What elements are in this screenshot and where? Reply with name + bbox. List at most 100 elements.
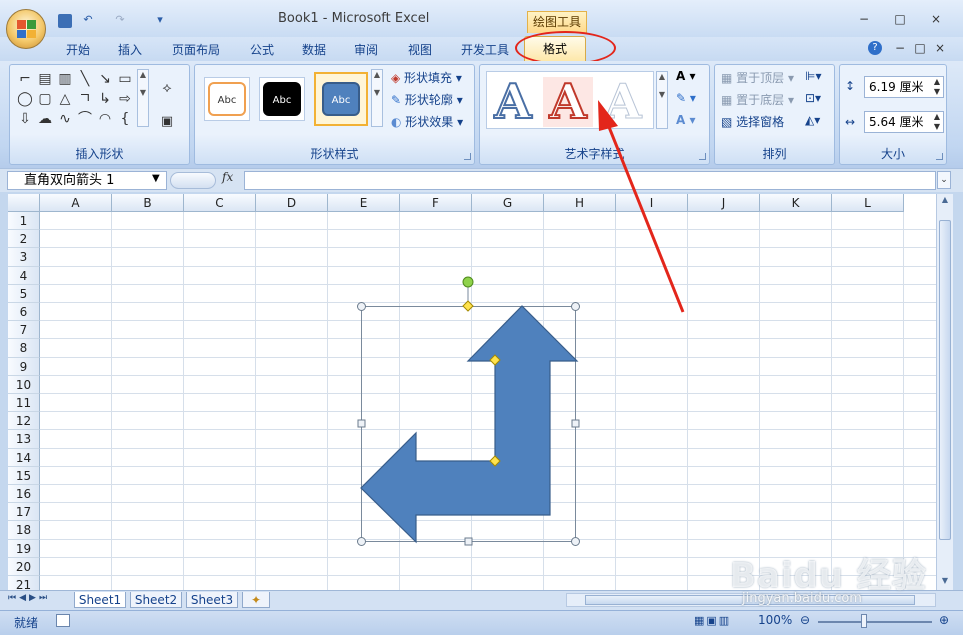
undo-icon[interactable]: ↶: [80, 13, 96, 27]
insert-function-button[interactable]: fx: [222, 170, 233, 184]
shapes-gallery-scroll[interactable]: ▲ ▼: [137, 69, 149, 127]
rounded-rect-icon[interactable]: ▢: [36, 90, 54, 108]
doc-restore-button[interactable]: □: [911, 41, 929, 55]
row-header-14[interactable]: 14: [8, 448, 40, 467]
column-header-e[interactable]: E: [328, 194, 400, 212]
scroll-down-icon[interactable]: ▼: [939, 576, 951, 586]
curve-icon[interactable]: ⌒: [76, 110, 94, 128]
scroll-thumb[interactable]: [939, 220, 951, 540]
shape-style-preset-2[interactable]: Abc: [259, 77, 305, 121]
line-icon[interactable]: ╲: [76, 70, 94, 88]
rotate-icon[interactable]: ◭▾: [805, 113, 820, 127]
insert-sheet-icon[interactable]: ✦: [242, 592, 270, 608]
align-icon[interactable]: ⊫▾: [805, 69, 821, 83]
shape-outline-button[interactable]: ✎ 形状轮廓 ▾: [391, 91, 463, 108]
row-header-13[interactable]: 13: [8, 430, 40, 449]
tab-data[interactable]: 数据: [292, 41, 336, 61]
brace-icon[interactable]: {: [116, 110, 134, 128]
dialog-launcher-icon[interactable]: [699, 153, 706, 160]
row-header-7[interactable]: 7: [8, 321, 40, 340]
row-header-16[interactable]: 16: [8, 485, 40, 504]
edit-shape-icon[interactable]: ⟡: [158, 79, 176, 97]
row-header-20[interactable]: 20: [8, 557, 40, 576]
freeform-icon[interactable]: ∿: [56, 110, 74, 128]
zoom-slider[interactable]: [818, 621, 932, 623]
sheet-tab-2[interactable]: Sheet2: [130, 592, 182, 608]
column-header-g[interactable]: G: [472, 194, 544, 212]
tab-view[interactable]: 视图: [398, 41, 442, 61]
rectangle-icon[interactable]: ▭: [116, 70, 134, 88]
vertical-scrollbar[interactable]: ▲ ▼: [936, 194, 953, 590]
wordart-style-3[interactable]: A: [598, 77, 648, 128]
row-header-9[interactable]: 9: [8, 357, 40, 376]
oval-icon[interactable]: ◯: [16, 90, 34, 108]
tab-formulas[interactable]: 公式: [240, 41, 284, 61]
textbox-icon[interactable]: ▤: [36, 70, 54, 88]
wordart-gallery-scroll[interactable]: ▲ ▼: [656, 71, 668, 129]
row-header-4[interactable]: 4: [8, 266, 40, 285]
group-objects-icon[interactable]: ⊡▾: [805, 91, 821, 105]
close-button[interactable]: ×: [927, 12, 945, 26]
selection-pane-button[interactable]: ▧ 选择窗格: [721, 113, 784, 130]
shape-height-input[interactable]: 6.19 厘米 ▲ ▼: [864, 76, 944, 98]
elbow-arrow-icon[interactable]: ↳: [96, 90, 114, 108]
row-header-5[interactable]: 5: [8, 284, 40, 303]
row-header-1[interactable]: 1: [8, 212, 40, 231]
down-arrow-icon[interactable]: ⇩: [16, 110, 34, 128]
column-header-f[interactable]: F: [400, 194, 472, 212]
select-all-corner[interactable]: [8, 194, 40, 212]
column-header-h[interactable]: H: [544, 194, 616, 212]
zoom-slider-thumb[interactable]: [861, 614, 867, 628]
text-fill-icon[interactable]: A ▾: [676, 69, 696, 83]
shape-fill-button[interactable]: ◈ 形状填充 ▾: [391, 69, 462, 86]
tab-home[interactable]: 开始: [56, 41, 100, 61]
textbox-insert-icon[interactable]: ▣: [158, 113, 176, 131]
row-header-17[interactable]: 17: [8, 503, 40, 522]
wordart-style-2[interactable]: A: [543, 76, 593, 128]
column-header-d[interactable]: D: [256, 194, 328, 212]
dialog-launcher-icon[interactable]: [464, 153, 471, 160]
redo-icon[interactable]: ↷: [112, 13, 128, 27]
zoom-level[interactable]: 100%: [758, 613, 792, 627]
name-box[interactable]: 直角双向箭头 1: [7, 171, 167, 190]
row-header-21[interactable]: 21: [8, 576, 40, 590]
column-header-l[interactable]: L: [832, 194, 904, 212]
zoom-out-icon[interactable]: ⊖: [800, 613, 810, 627]
send-to-back-button[interactable]: ▦ 置于底层 ▾: [721, 91, 794, 108]
elbow-connector-icon[interactable]: ⌐: [16, 70, 34, 88]
row-header-12[interactable]: 12: [8, 412, 40, 431]
shape-style-preset-1[interactable]: Abc: [204, 77, 250, 121]
help-icon[interactable]: ?: [868, 41, 882, 55]
column-header-a[interactable]: A: [40, 194, 112, 212]
shape-style-preset-3[interactable]: Abc: [314, 72, 368, 126]
worksheet-grid[interactable]: ABCDEFGHIJKL 1 2 3 4 5 6 7 8 9 10 11 12 13 14 15 16 17 18…: [8, 194, 936, 590]
macro-record-icon[interactable]: [56, 614, 70, 627]
row-header-8[interactable]: 8: [8, 339, 40, 358]
row-header-15[interactable]: 15: [8, 466, 40, 485]
row-header-10[interactable]: 10: [8, 375, 40, 394]
maximize-button[interactable]: □: [891, 12, 909, 26]
sheet-tab-1[interactable]: Sheet1: [74, 592, 126, 608]
row-header-3[interactable]: 3: [8, 248, 40, 267]
customize-qat-icon[interactable]: ▾: [152, 13, 168, 27]
scroll-up-icon[interactable]: ▲: [939, 195, 951, 205]
doc-minimize-button[interactable]: −: [891, 41, 909, 55]
formula-divider-handle[interactable]: [170, 172, 216, 189]
view-buttons[interactable]: ▦▣▥: [694, 614, 748, 630]
triangle-icon[interactable]: △: [56, 90, 74, 108]
bring-to-front-button[interactable]: ▦ 置于顶层 ▾: [721, 69, 794, 86]
doc-close-button[interactable]: ×: [931, 41, 949, 55]
dialog-launcher-icon[interactable]: [936, 153, 943, 160]
arrow-line-icon[interactable]: ↘: [96, 70, 114, 88]
minimize-button[interactable]: −: [855, 12, 873, 26]
zoom-in-icon[interactable]: ⊕: [939, 613, 949, 627]
row-header-6[interactable]: 6: [8, 303, 40, 322]
shape-effects-button[interactable]: ◐ 形状效果 ▾: [391, 113, 463, 130]
row-header-18[interactable]: 18: [8, 521, 40, 540]
column-header-j[interactable]: J: [688, 194, 760, 212]
formula-input[interactable]: [244, 171, 936, 190]
arc-icon[interactable]: ◠: [96, 110, 114, 128]
wordart-style-1[interactable]: A: [488, 76, 538, 128]
cloud-icon[interactable]: ☁: [36, 110, 54, 128]
row-header-2[interactable]: 2: [8, 230, 40, 249]
